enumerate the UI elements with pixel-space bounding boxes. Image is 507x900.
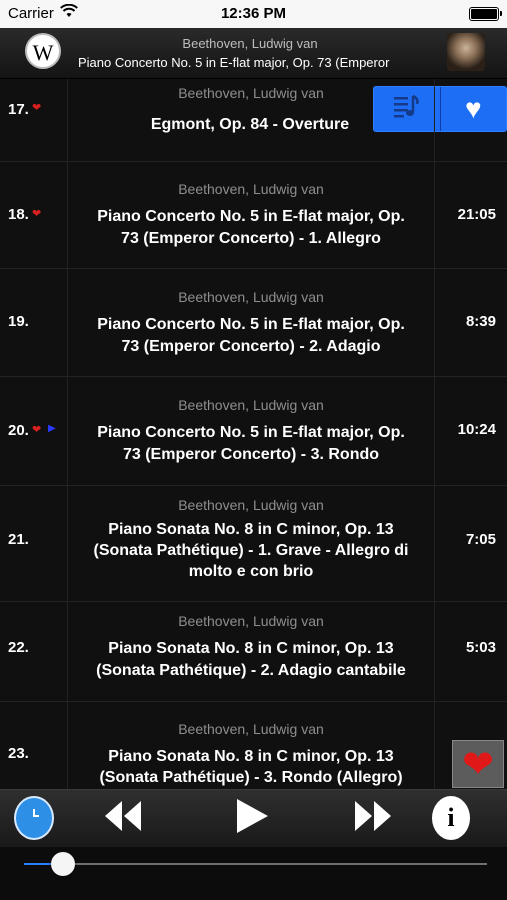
track-title-line: (Sonata Pathétique) - 3. Rondo (Allegro) [99,769,403,786]
swipe-actions: ♥ [373,86,507,132]
playlist-add-icon [393,94,421,125]
track-duration: 21:05 [457,206,496,223]
now-playing-title: Piano Concerto No. 5 in E-flat major, Op… [78,55,390,70]
track-title-line: Piano Concerto No. 5 in E-flat major, Op… [97,316,405,333]
track-title-line: 73 (Emperor Concerto) - 3. Rondo [122,446,380,463]
favorite-heart-icon: ❤ [32,424,42,436]
now-playing-composer: Beethoven, Ludwig van [182,36,318,51]
heart-icon: ❤ [462,744,494,786]
track-title-line: Piano Concerto No. 5 in E-flat major, Op… [97,424,405,441]
track-title: Egmont, Op. 84 - Overture [150,116,350,133]
battery-icon [469,7,502,21]
track-list[interactable]: 17. ❤ Beethoven, Ludwig van Egmont, Op. … [0,79,507,789]
track-title-line: (Sonata Pathétique) - 1. Grave - Allegro… [93,542,409,559]
track-duration: 5:03 [465,639,496,656]
previous-track-button[interactable] [96,796,150,840]
playback-progress [0,847,507,900]
info-icon[interactable]: i [432,796,470,840]
track-row[interactable]: 22. Beethoven, Ludwig van Piano Sonata N… [0,601,507,702]
track-number: 22. [8,639,29,656]
heart-icon: ♥ [464,93,482,124]
track-number: 17. [8,101,29,118]
track-composer: Beethoven, Ludwig van [178,497,324,513]
track-title-line: molto e con brio [188,563,314,580]
track-title-line: Piano Concerto No. 5 in E-flat major, Op… [97,208,405,225]
now-playing-header: W Beethoven, Ludwig van Piano Concerto N… [0,28,507,79]
now-playing-icon: ▶ [48,423,56,434]
progress-track[interactable] [24,863,487,865]
track-title-line: 73 (Emperor Concerto) - 1. Allegro [121,230,381,247]
track-row[interactable]: 23. Beethoven, Ludwig van Piano Sonata N… [0,701,507,789]
track-number: 23. [8,745,29,762]
wikipedia-icon[interactable]: W [25,33,61,69]
track-composer: Beethoven, Ludwig van [178,613,324,629]
track-composer: Beethoven, Ludwig van [178,397,324,413]
play-button[interactable] [225,796,279,840]
track-duration: 10:24 [457,421,496,438]
track-title-line: Piano Sonata No. 8 in C minor, Op. 13 [108,748,394,765]
clock-time: 12:36 PM [220,5,287,22]
favorite-heart-icon: ❤ [32,208,42,220]
track-number: 19. [8,313,29,330]
play-icon [234,797,270,840]
track-title-line: (Sonata Pathétique) - 2. Adagio cantabil… [96,662,406,679]
favorite-button[interactable]: ♥ [439,87,507,131]
track-row[interactable]: 21. Beethoven, Ludwig van Piano Sonata N… [0,485,507,602]
track-number: 21. [8,531,29,548]
track-title-line: 73 (Emperor Concerto) - 2. Adagio [121,338,381,355]
track-composer: Beethoven, Ludwig van [178,289,324,305]
track-number: 20. [8,422,29,439]
favorites-heart-button[interactable]: ❤ [452,740,504,788]
favorite-heart-icon: ❤ [32,102,42,114]
fast-forward-icon [353,799,393,838]
next-track-button[interactable] [346,796,400,840]
rewind-icon [103,799,143,838]
playback-controls: i [0,789,507,848]
track-composer: Beethoven, Ludwig van [178,181,324,197]
sleep-timer-button[interactable] [14,796,54,840]
add-to-playlist-button[interactable] [374,87,440,131]
track-title-line: Piano Sonata No. 8 in C minor, Op. 13 [108,521,394,538]
track-row[interactable]: 17. ❤ Beethoven, Ludwig van Egmont, Op. … [0,79,507,162]
track-duration: 7:05 [465,531,496,548]
status-bar: Carrier 12:36 PM [0,0,507,28]
track-title-line: Piano Sonata No. 8 in C minor, Op. 13 [108,640,394,657]
track-row[interactable]: 19. Beethoven, Ludwig van Piano Concerto… [0,268,507,377]
track-duration: 8:39 [465,313,496,330]
track-number: 18. [8,206,29,223]
composer-portrait[interactable] [447,33,485,71]
clock-icon [23,805,45,832]
track-row[interactable]: 18. ❤ Beethoven, Ludwig van Piano Concer… [0,161,507,269]
track-composer: Beethoven, Ludwig van [178,721,324,737]
progress-knob[interactable] [51,852,75,876]
track-row[interactable]: 20. ❤ ▶ Beethoven, Ludwig van Piano Conc… [0,376,507,486]
